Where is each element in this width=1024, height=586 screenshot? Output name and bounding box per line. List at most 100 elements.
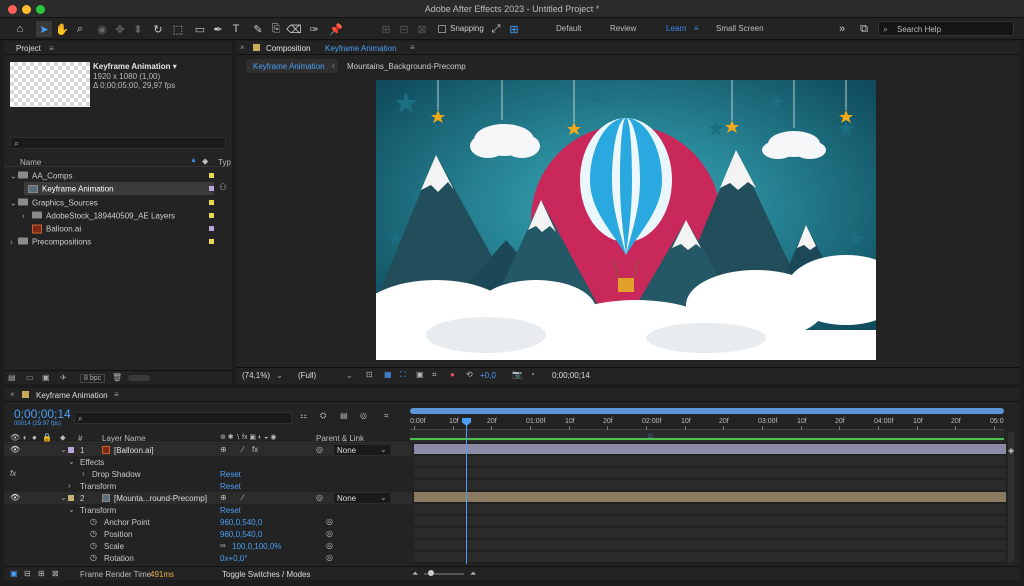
property-row-rotation[interactable]: ◷ Rotation 0x+0,0° ◎ xyxy=(4,552,412,564)
chevron-right-icon[interactable]: › xyxy=(68,481,71,490)
layer-bar-balloon[interactable] xyxy=(414,444,1006,455)
property-row-anchor-point[interactable]: ◷ Anchor Point 960,0,540,0 ◎ xyxy=(4,516,412,528)
fx-switch-icon[interactable]: fx xyxy=(252,445,258,454)
timeline-tab-label[interactable]: Keyframe Animation xyxy=(36,391,108,400)
stopwatch-icon[interactable]: ◷ xyxy=(90,541,97,550)
stopwatch-icon[interactable]: ◷ xyxy=(90,553,97,562)
expand-in-out-icon[interactable]: ⊠ xyxy=(52,569,59,578)
quality-switch-icon[interactable]: ∕ xyxy=(242,493,243,502)
layer-name[interactable]: [Balloon.ai] xyxy=(114,446,154,455)
label-tag-icon[interactable]: ⬥ xyxy=(202,156,208,167)
shy-switch-icon[interactable]: ⊕ xyxy=(220,445,227,454)
constrain-proportions-icon[interactable]: ∞ xyxy=(220,541,226,550)
parent-dropdown[interactable]: None ⌄ xyxy=(334,445,390,455)
dolly-camera-icon[interactable]: ⬍ xyxy=(130,21,146,37)
pan-behind-tool-icon[interactable]: ⬚ xyxy=(170,21,186,37)
workspace-learn[interactable]: Learn xyxy=(666,24,686,33)
reset-link[interactable]: Reset xyxy=(220,470,241,479)
time-ruler[interactable]: 0:00f 10f 20f 01:00f 10f 20f 02:00f 10f 20f 03:00… xyxy=(410,416,1004,430)
property-value[interactable]: 100,0,100,0% xyxy=(232,542,281,551)
tab-mountains-precomp[interactable]: Mountains_Background-Precomp xyxy=(347,62,466,71)
tab-keyframe-animation[interactable]: Keyframe Animation xyxy=(246,59,338,73)
close-icon[interactable]: × xyxy=(10,390,15,399)
fx-icon[interactable]: fx xyxy=(10,469,16,478)
layer-label-swatch[interactable] xyxy=(68,495,74,501)
reset-exposure-icon[interactable]: ⟲ xyxy=(466,370,473,379)
workspace-review[interactable]: Review xyxy=(610,24,636,33)
clone-stamp-tool-icon[interactable]: ⎘ xyxy=(268,21,284,37)
layer-label-swatch[interactable] xyxy=(68,447,74,453)
axis-world-icon[interactable]: ⊟ xyxy=(396,21,412,37)
draft-3d-icon[interactable]: ⛭ xyxy=(320,411,326,421)
snapping-checkbox[interactable] xyxy=(438,25,446,33)
project-search-input[interactable]: ⌕ xyxy=(10,137,226,149)
chevron-down-icon[interactable]: ⌄ xyxy=(68,505,75,514)
workspace-menu-icon[interactable]: ≡ xyxy=(694,24,699,33)
expression-pick-whip-icon[interactable]: ◎ xyxy=(326,529,333,538)
drop-shadow-row[interactable]: fx › Drop Shadow Reset xyxy=(4,468,412,480)
transform-group-row[interactable]: › Transform Reset xyxy=(4,480,412,492)
zoom-out-icon[interactable]: ⏶ xyxy=(412,569,418,579)
eraser-tool-icon[interactable]: ⌫ xyxy=(286,21,302,37)
stopwatch-icon[interactable]: ◷ xyxy=(90,529,97,538)
current-time-display[interactable]: 0;00;00;14 xyxy=(14,407,71,421)
composition-viewer[interactable] xyxy=(376,80,876,360)
flowchart-icon[interactable]: ⚇ xyxy=(219,182,227,193)
layer-row-mountains[interactable]: 👁 ⌄ 2 [Mounta...round-Precomp] ⊕ ∕ ◎ Non… xyxy=(4,492,412,504)
zoom-dropdown[interactable]: (74,1%) xyxy=(242,371,270,380)
chevron-down-icon[interactable]: ⌄ xyxy=(68,457,75,466)
new-composition-icon[interactable]: ▣ xyxy=(42,373,50,382)
axis-view-icon[interactable]: ⊠ xyxy=(414,21,430,37)
sort-arrow-icon[interactable]: ▲ xyxy=(190,157,197,164)
transform-group-row[interactable]: ⌄ Transform Reset xyxy=(4,504,412,516)
chevron-down-icon[interactable]: ⌄ xyxy=(60,493,67,502)
grid-guides-icon[interactable]: ⌗ xyxy=(432,370,437,380)
axis-local-icon[interactable]: ⊞ xyxy=(378,21,394,37)
pick-whip-icon[interactable]: ◎ xyxy=(316,445,323,454)
pan-camera-icon[interactable]: ✥ xyxy=(112,21,128,37)
project-item-precompositions[interactable]: › Precompositions xyxy=(10,235,220,248)
panel-menu-icon[interactable]: ≡ xyxy=(49,44,54,53)
settings-icon[interactable]: ✈ xyxy=(60,373,67,382)
workspace-default[interactable]: Default xyxy=(556,24,581,33)
solo-icon[interactable]: ● xyxy=(32,433,37,442)
home-icon[interactable]: ⌂ xyxy=(12,21,28,37)
rectangle-tool-icon[interactable]: ▭ xyxy=(192,21,208,37)
interpret-footage-icon[interactable]: ▤ xyxy=(8,373,16,382)
playhead-line[interactable] xyxy=(466,420,467,564)
zoom-tool-icon[interactable]: ⌕ xyxy=(72,21,88,37)
roto-brush-tool-icon[interactable]: ✑ xyxy=(306,21,322,37)
expression-pick-whip-icon[interactable]: ◎ xyxy=(326,517,333,526)
rotation-tool-icon[interactable]: ↻ xyxy=(150,21,166,37)
stopwatch-icon[interactable]: ◷ xyxy=(90,517,97,526)
project-item-aa-comps[interactable]: ⌄ AA_Comps xyxy=(10,169,220,182)
snap-features-icon[interactable]: ⊞ xyxy=(506,21,522,37)
selection-tool-icon[interactable]: ➤ xyxy=(36,21,52,37)
lock-icon[interactable]: 🔒 xyxy=(42,433,52,442)
show-snapshot-icon[interactable]: ◔ xyxy=(530,370,535,379)
comp-mini-flowchart-icon[interactable]: ⚏ xyxy=(300,411,307,420)
channel-rgb-icon[interactable]: ● xyxy=(450,370,455,379)
hand-tool-icon[interactable]: ✋ xyxy=(54,21,70,37)
comp-marker-track[interactable]: ⌂ xyxy=(410,430,1004,442)
project-item-keyframe-animation[interactable]: Keyframe Animation xyxy=(24,182,214,195)
property-row-scale[interactable]: ◷ Scale ∞ 100,0,100,0% ◎ xyxy=(4,540,412,552)
project-item-balloon-ai[interactable]: Balloon.ai xyxy=(10,222,220,235)
pen-tool-icon[interactable]: ✒ xyxy=(210,21,226,37)
reset-link[interactable]: Reset xyxy=(220,482,241,491)
layer-bar-mountains[interactable] xyxy=(414,492,1006,503)
pick-whip-icon[interactable]: ◎ xyxy=(316,493,323,502)
resolution-dropdown[interactable]: (Full) xyxy=(298,371,316,380)
comp-marker-icon[interactable]: ⌂ xyxy=(648,431,653,440)
expand-transfer-controls-icon[interactable]: ⊞ xyxy=(38,569,45,578)
visibility-eye-icon[interactable]: 👁 xyxy=(10,445,20,454)
property-value[interactable]: 0x+0,0° xyxy=(220,554,247,563)
render-time-icon[interactable]: ▣ xyxy=(10,569,18,578)
effects-group-row[interactable]: ⌄ Effects xyxy=(4,456,412,468)
camera-snapshot-icon[interactable]: 📷 xyxy=(512,370,522,379)
name-column-header[interactable]: Name xyxy=(20,158,41,167)
project-item-adobestock[interactable]: › AdobeStock_189440509_AE Layers xyxy=(10,209,220,222)
search-help-field[interactable]: ⌕ Search Help xyxy=(878,21,1014,36)
orbit-camera-icon[interactable]: ◉ xyxy=(94,21,110,37)
toggle-switches-modes-button[interactable]: Toggle Switches / Modes xyxy=(222,570,311,579)
